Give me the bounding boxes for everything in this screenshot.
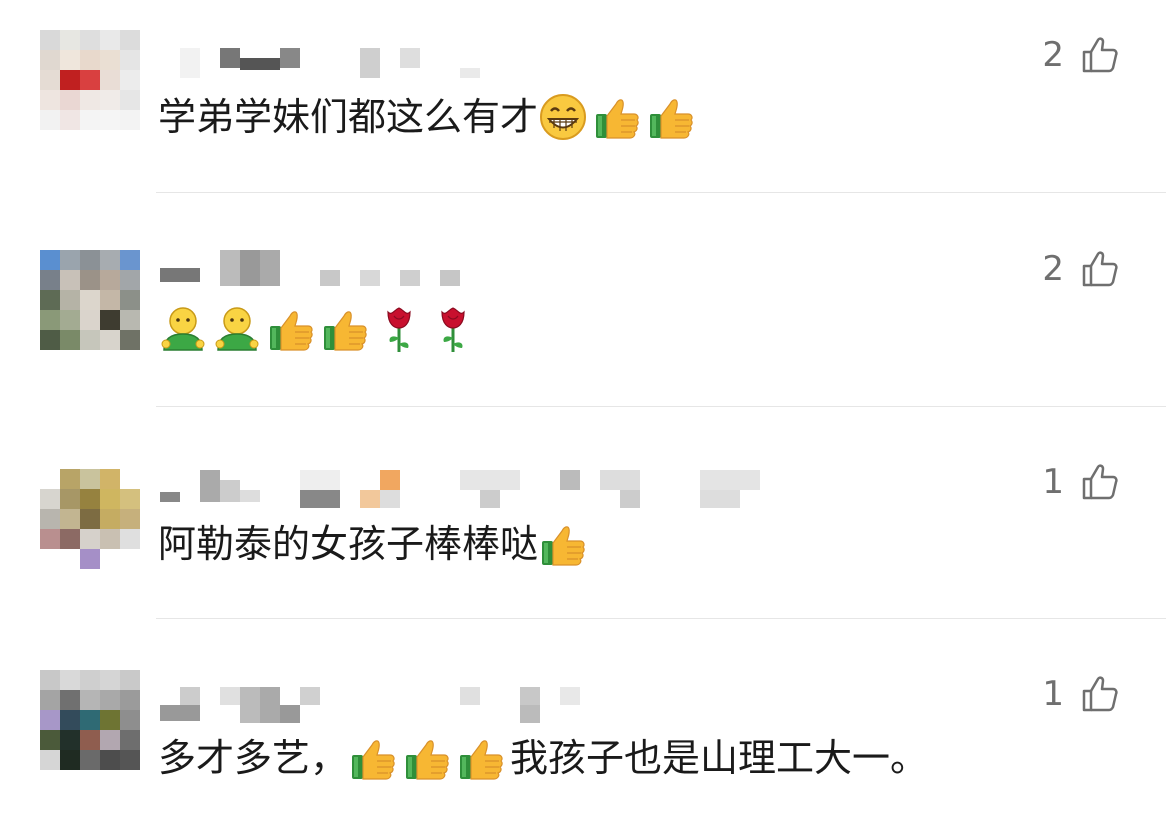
thumbs-up-outline-icon (1080, 249, 1120, 289)
username-blurred[interactable] (160, 48, 490, 88)
comment-text (158, 304, 482, 354)
avatar[interactable] (40, 250, 140, 350)
comment-text: 阿勒泰的女孩子棒棒哒 (158, 519, 592, 569)
comment-text-segment: 我孩子也是山理工大一。 (510, 736, 929, 780)
like-count: 2 (1042, 35, 1064, 75)
comment-text-segment: 多才多艺， (158, 736, 349, 780)
like-button[interactable]: 2 (1042, 249, 1120, 289)
like-count: 1 (1042, 674, 1064, 714)
comment-text-segment: 阿勒泰的女孩子棒棒哒 (158, 522, 539, 566)
like-button[interactable]: 1 (1042, 674, 1120, 714)
like-button[interactable]: 2 (1042, 35, 1120, 75)
comment-item: 学弟学妹们都这么有才 2 (0, 0, 1166, 193)
avatar[interactable] (40, 30, 140, 130)
green-person-emoji-icon (158, 304, 208, 354)
comment-item: 多才多艺， 我孩子也是山理工大一。 1 (0, 619, 1166, 826)
like-button[interactable]: 1 (1042, 462, 1120, 502)
thumbs-up-emoji-icon (348, 733, 398, 783)
green-person-emoji-icon (212, 304, 262, 354)
rose-emoji-icon (374, 304, 424, 354)
thumbs-up-emoji-icon (592, 92, 642, 142)
comment-text-segment: 学弟学妹们都这么有才 (158, 95, 539, 139)
username-blurred[interactable] (160, 250, 470, 290)
username-blurred[interactable] (160, 470, 760, 510)
comment-item: 2 (0, 193, 1166, 407)
comment-text: 多才多艺， 我孩子也是山理工大一。 (158, 733, 928, 783)
thumbs-up-outline-icon (1080, 674, 1120, 714)
thumbs-up-emoji-icon (456, 733, 506, 783)
thumbs-up-emoji-icon (266, 304, 316, 354)
like-count: 2 (1042, 249, 1064, 289)
thumbs-up-emoji-icon (402, 733, 452, 783)
avatar[interactable] (40, 670, 140, 770)
like-count: 1 (1042, 462, 1064, 502)
thumbs-up-emoji-icon (646, 92, 696, 142)
comment-item: 阿勒泰的女孩子棒棒哒 1 (0, 407, 1166, 619)
avatar[interactable] (40, 469, 140, 569)
comment-text: 学弟学妹们都这么有才 (158, 92, 700, 142)
rose-emoji-icon (428, 304, 478, 354)
thumbs-up-emoji-icon (320, 304, 370, 354)
grin-emoji-icon (538, 92, 588, 142)
thumbs-up-outline-icon (1080, 462, 1120, 502)
thumbs-up-outline-icon (1080, 35, 1120, 75)
username-blurred[interactable] (160, 687, 620, 727)
thumbs-up-emoji-icon (538, 519, 588, 569)
